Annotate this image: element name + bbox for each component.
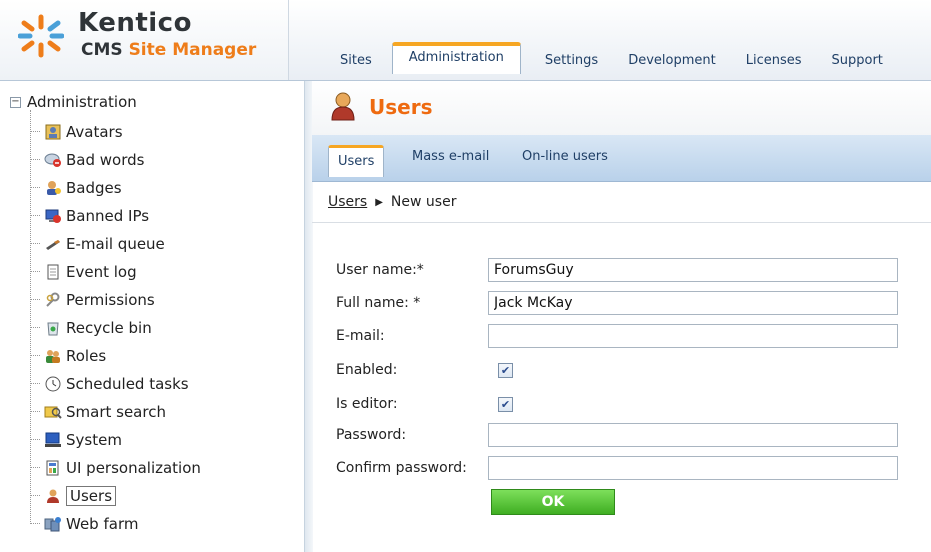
breadcrumb-current: New user <box>390 194 457 210</box>
tree-item-email-queue[interactable]: E-mail queue <box>30 230 201 258</box>
logo-subtitle-cms: CMS <box>81 40 129 60</box>
tree-item-label: System <box>66 431 122 449</box>
recycle-bin-icon <box>44 319 62 337</box>
tree-item-bad-words[interactable]: Bad words <box>30 146 201 174</box>
roles-icon <box>44 347 62 365</box>
password-field[interactable] <box>488 423 898 447</box>
tree-item-event-log[interactable]: Event log <box>30 258 201 286</box>
banned-ip-icon <box>44 207 62 225</box>
tree-connector-line <box>30 110 31 522</box>
fullname-field[interactable] <box>488 291 898 315</box>
subtab-online-users[interactable]: On-line users <box>522 149 608 164</box>
form-row-email: E-mail: <box>336 324 898 348</box>
divider <box>312 222 931 223</box>
page-title-bar: Users <box>312 81 931 136</box>
confirm-password-label: Confirm password: <box>336 460 467 476</box>
tree-item-label: Event log <box>66 263 137 281</box>
is-editor-checkbox[interactable]: ✔ <box>498 396 513 412</box>
tree-item-label: Badges <box>66 179 122 197</box>
enabled-checkbox[interactable]: ✔ <box>498 362 513 378</box>
tree-item-ui-personalization[interactable]: UI personalization <box>30 454 201 482</box>
permissions-icon <box>44 291 62 309</box>
tree-root-label: Administration <box>27 93 137 111</box>
tree-item-web-farm[interactable]: Web farm <box>30 510 201 538</box>
subtab-mass-email[interactable]: Mass e-mail <box>412 149 489 164</box>
tab-licenses[interactable]: Licenses <box>736 47 812 74</box>
form-row-enabled: Enabled: ✔ <box>336 362 513 378</box>
logo-title: Kentico <box>78 8 192 38</box>
header-bar: Kentico CMS Site Manager Sites Administr… <box>0 0 931 81</box>
tree-item-label: Avatars <box>66 123 123 141</box>
enabled-label: Enabled: <box>336 362 398 378</box>
tree-item-label: Banned IPs <box>66 207 150 225</box>
bad-words-icon <box>44 151 62 169</box>
email-label: E-mail: <box>336 328 385 344</box>
smart-search-icon <box>44 403 62 421</box>
main-tabs: Sites Administration Settings Developmen… <box>330 42 903 74</box>
clock-icon <box>44 375 62 393</box>
sub-tabs: Users Mass e-mail On-line users <box>312 135 931 182</box>
email-field[interactable] <box>488 324 898 348</box>
confirm-password-field[interactable] <box>488 456 898 480</box>
tree-item-label: Scheduled tasks <box>66 375 189 393</box>
subtab-users[interactable]: Users <box>328 145 385 177</box>
tab-development[interactable]: Development <box>618 47 726 74</box>
username-field[interactable] <box>488 258 898 282</box>
badge-icon <box>44 179 62 197</box>
tree-item-avatars[interactable]: Avatars <box>30 118 201 146</box>
logo-area: Kentico CMS Site Manager <box>0 0 289 80</box>
email-queue-icon <box>44 235 62 253</box>
tab-support[interactable]: Support <box>822 47 893 74</box>
tab-sites[interactable]: Sites <box>330 47 382 74</box>
avatar-icon <box>44 123 62 141</box>
tree-item-scheduled-tasks[interactable]: Scheduled tasks <box>30 370 201 398</box>
tree-item-label: Recycle bin <box>66 319 152 337</box>
tree-item-label: Roles <box>66 347 107 365</box>
ui-personalization-icon <box>44 459 62 477</box>
tree-item-label: Bad words <box>66 151 145 169</box>
tree-item-label: Web farm <box>66 515 139 533</box>
computer-icon <box>44 431 62 449</box>
tree-root-administration[interactable]: − Administration <box>10 93 137 111</box>
form-row-confirm-password: Confirm password: <box>336 456 898 480</box>
tree-item-users[interactable]: Users <box>30 482 201 510</box>
logo-subtitle: CMS Site Manager <box>81 40 256 60</box>
tree-item-label: Smart search <box>66 403 166 421</box>
ok-button[interactable]: OK <box>491 489 615 515</box>
tree-item-label: E-mail queue <box>66 235 165 253</box>
kentico-logo-icon <box>18 14 64 58</box>
form-row-username: User name:* <box>336 258 898 282</box>
tree-item-badges[interactable]: Badges <box>30 174 201 202</box>
collapse-icon[interactable]: − <box>10 96 21 108</box>
tree-item-permissions[interactable]: Permissions <box>30 286 201 314</box>
breadcrumb-arrow-icon: ▶ <box>375 196 383 208</box>
users-title-icon <box>331 92 355 121</box>
tab-settings[interactable]: Settings <box>535 47 608 74</box>
tab-administration[interactable]: Administration <box>391 42 521 74</box>
form-row-fullname: Full name: * <box>336 291 898 315</box>
tree-item-roles[interactable]: Roles <box>30 342 201 370</box>
form-row-is-editor: Is editor: ✔ <box>336 396 513 412</box>
password-label: Password: <box>336 427 407 443</box>
fullname-label: Full name: * <box>336 295 421 311</box>
tree-item-smart-search[interactable]: Smart search <box>30 398 201 426</box>
web-farm-icon <box>44 515 62 533</box>
is-editor-label: Is editor: <box>336 396 398 412</box>
form-row-password: Password: <box>336 423 898 447</box>
breadcrumb: Users ▶ New user <box>328 194 456 210</box>
username-label: User name:* <box>336 262 424 278</box>
breadcrumb-link-users[interactable]: Users <box>328 194 367 210</box>
tree-items: Avatars Bad words Badges Banned IPs E-ma… <box>30 118 201 538</box>
tree-item-banned-ips[interactable]: Banned IPs <box>30 202 201 230</box>
tree-item-recycle-bin[interactable]: Recycle bin <box>30 314 201 342</box>
tree-item-label: Users <box>66 486 117 506</box>
user-icon <box>44 487 62 505</box>
event-log-icon <box>44 263 62 281</box>
tree-item-label: Permissions <box>66 291 155 309</box>
page-title: Users <box>369 95 433 119</box>
logo-subtitle-site-manager: Site Manager <box>128 40 257 60</box>
tree-item-label: UI personalization <box>66 459 201 477</box>
tree-item-system[interactable]: System <box>30 426 201 454</box>
